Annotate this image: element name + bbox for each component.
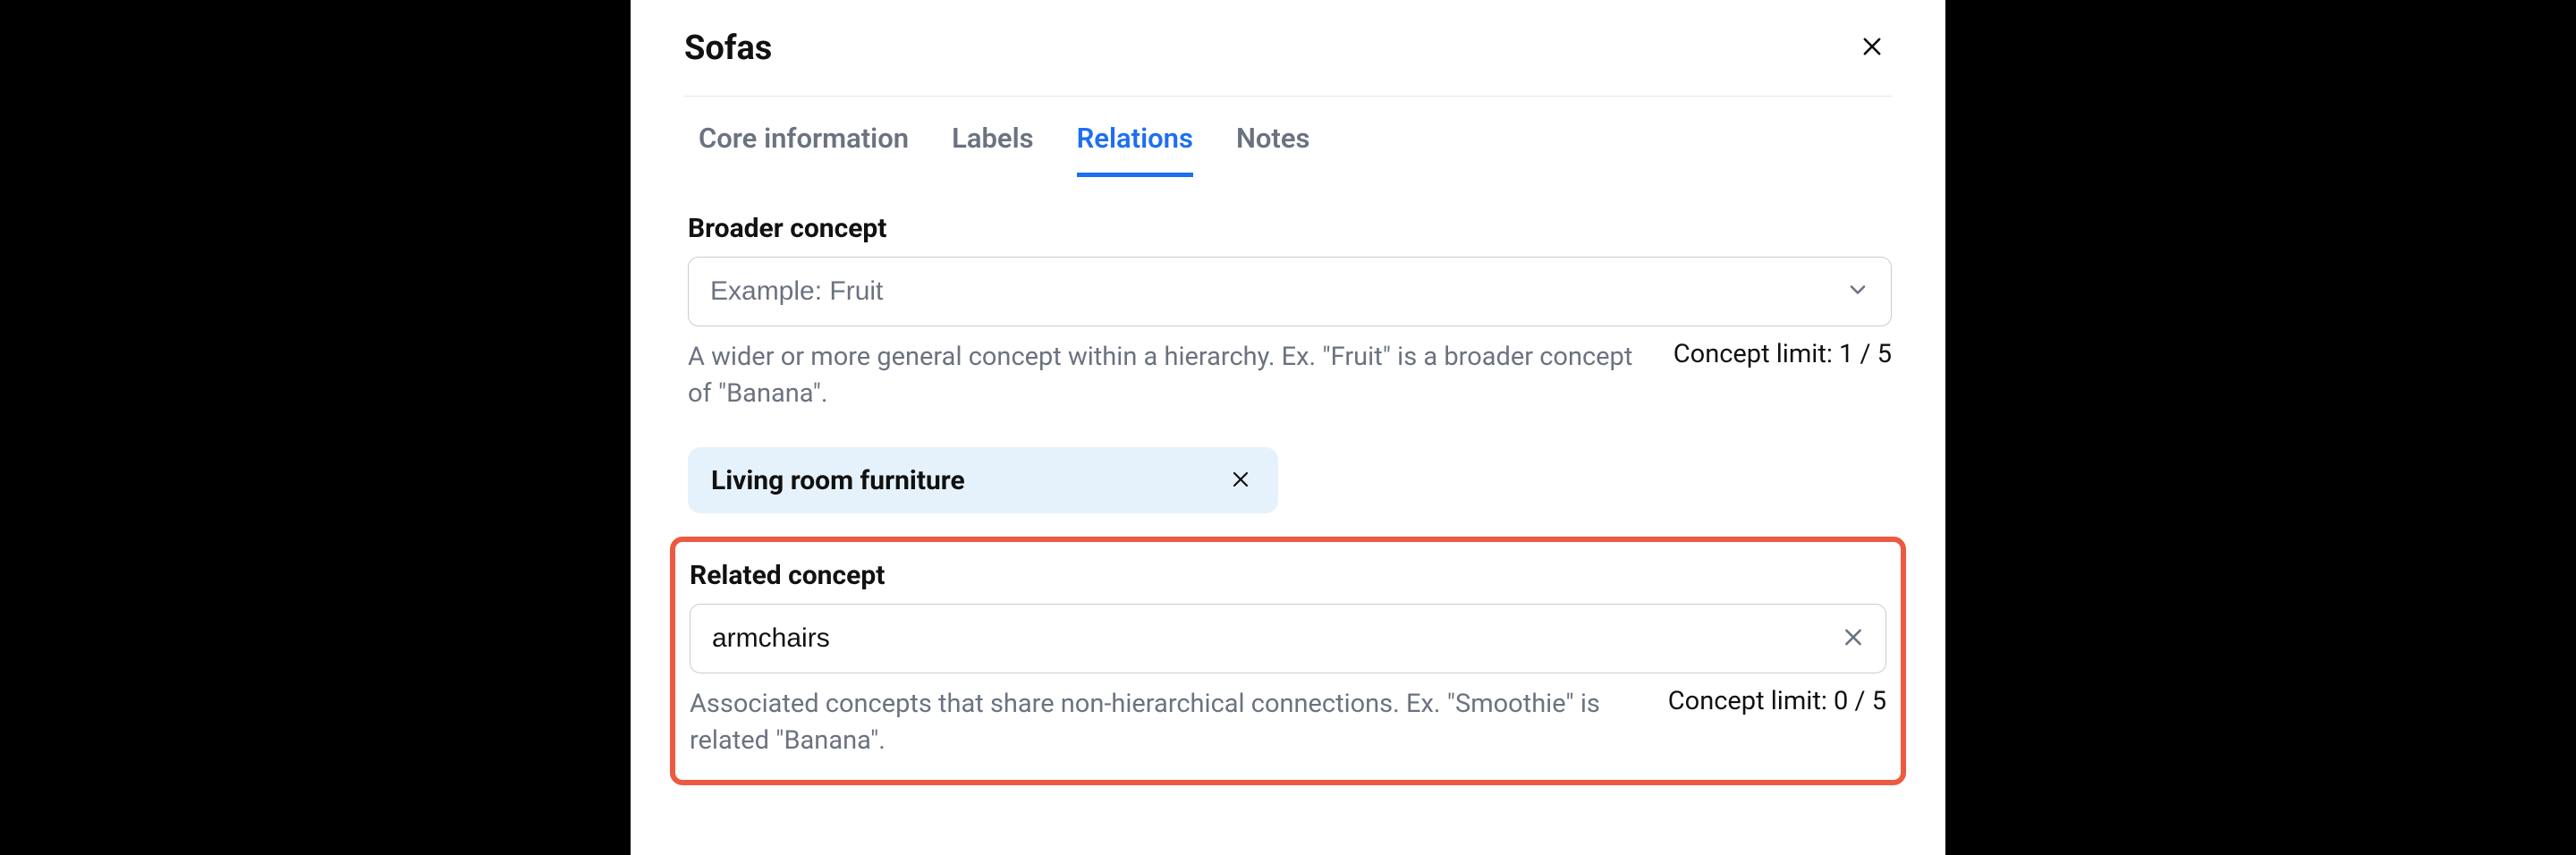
related-help-row: Associated concepts that share non-hiera… xyxy=(690,686,1886,758)
related-label: Related concept xyxy=(690,560,1886,591)
broader-label: Broader concept xyxy=(688,213,1892,244)
close-button[interactable] xyxy=(1852,27,1892,69)
broader-chip-label: Living room furniture xyxy=(711,465,965,496)
broader-input[interactable] xyxy=(688,257,1892,326)
related-limit: Concept limit: 0 / 5 xyxy=(1668,686,1886,716)
related-concept-section-highlighted: Related concept Associated concepts that… xyxy=(670,537,1906,785)
related-help-text: Associated concepts that share non-hiera… xyxy=(690,686,1632,758)
close-icon xyxy=(1230,469,1251,493)
tab-relations[interactable]: Relations xyxy=(1077,122,1193,177)
tabs-nav: Core information Labels Relations Notes xyxy=(684,97,1892,177)
broader-help-row: A wider or more general concept within a… xyxy=(688,339,1892,411)
tab-core-information[interactable]: Core information xyxy=(699,122,909,177)
broader-help-text: A wider or more general concept within a… xyxy=(688,339,1638,411)
broader-chip-remove[interactable] xyxy=(1226,465,1255,496)
related-input[interactable] xyxy=(690,604,1886,673)
broader-chip: Living room furniture xyxy=(688,447,1278,513)
related-input-wrapper xyxy=(690,604,1886,673)
panel-header: Sofas xyxy=(684,27,1892,97)
close-icon xyxy=(1860,34,1885,62)
broader-limit: Concept limit: 1 / 5 xyxy=(1674,339,1892,369)
concept-panel: Sofas Core information Labels Relations … xyxy=(631,0,1945,855)
broader-concept-section: Broader concept A wider or more general … xyxy=(684,213,1892,513)
tab-labels[interactable]: Labels xyxy=(952,122,1034,177)
close-icon xyxy=(1842,626,1865,652)
panel-title: Sofas xyxy=(684,29,772,68)
broader-input-wrapper xyxy=(688,257,1892,326)
tab-notes[interactable]: Notes xyxy=(1236,122,1310,177)
related-clear-button[interactable] xyxy=(1838,622,1868,656)
